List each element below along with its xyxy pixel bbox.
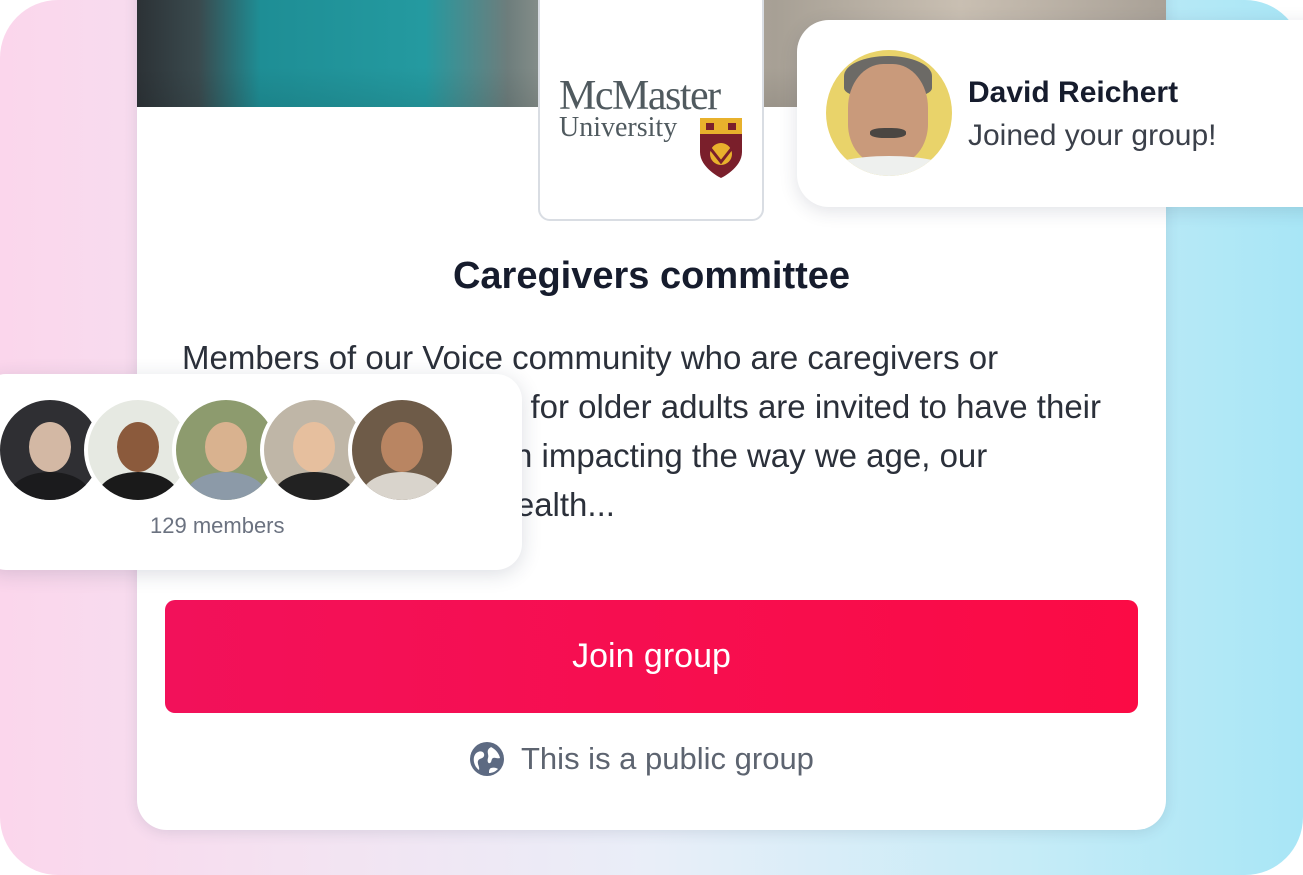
university-logo: McMaster University: [538, 0, 764, 221]
globe-icon: [470, 742, 504, 776]
avatar-mustache: [870, 128, 906, 138]
group-title: Caregivers committee: [452, 255, 851, 297]
members-count: 129 members: [150, 513, 285, 538]
join-group-button[interactable]: Join group: [165, 600, 1138, 713]
members-popover: [0, 374, 522, 570]
crest-icon: [700, 118, 742, 178]
notification-message: Joined your group!: [968, 119, 1217, 152]
public-group-indicator: This is a public group: [469, 737, 814, 781]
logo-subtitle-text: University: [559, 112, 678, 143]
notification-name: David Reichert: [968, 76, 1179, 109]
avatar-face: [848, 64, 928, 164]
public-group-label: This is a public group: [521, 741, 814, 776]
member-avatar[interactable]: [348, 396, 456, 504]
notification-avatar: [826, 50, 952, 176]
